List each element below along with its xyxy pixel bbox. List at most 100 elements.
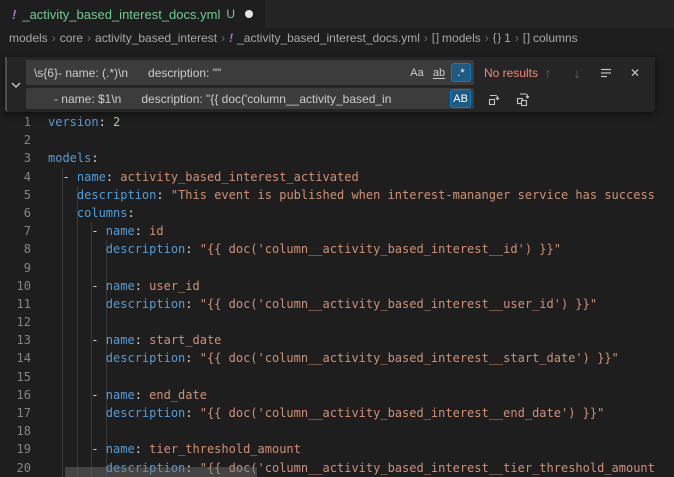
breadcrumb-label: models — [9, 31, 48, 45]
code-line: 16 - name: end_date — [0, 386, 674, 404]
code-line: 9 — [0, 259, 674, 277]
breadcrumb-label: 1 — [504, 31, 511, 45]
line-number: 20 — [0, 459, 31, 477]
code-line: 18 — [0, 422, 674, 440]
replace-all-icon — [515, 91, 531, 107]
breadcrumb-item-1[interactable]: { }1 — [493, 31, 511, 45]
next-match-button[interactable]: ↓ — [567, 63, 587, 83]
code-text: - name: user_id — [48, 279, 200, 293]
breadcrumb-item-core[interactable]: core — [60, 31, 83, 45]
yaml-file-icon: ! — [12, 7, 16, 22]
git-status-badge: U — [226, 7, 235, 21]
code-line: 5 description: "This event is published … — [0, 186, 674, 204]
line-number: 11 — [0, 295, 31, 313]
match-case-toggle[interactable]: Aa — [407, 63, 427, 82]
toggle-replace-button[interactable] — [7, 57, 26, 112]
line-number: 19 — [0, 440, 31, 458]
code-lines: 1version: 223 models: 4 - name: activity_b… — [0, 113, 674, 477]
line-number: 1 — [0, 113, 31, 131]
find-query-text: \s{6}- name: (.*)\n description: "" — [34, 66, 407, 80]
find-input[interactable]: \s{6}- name: (.*)\n description: "" Aa a… — [26, 60, 474, 85]
breadcrumb-separator: › — [221, 31, 225, 45]
code-text: - name: id — [48, 224, 164, 238]
yaml-icon: ! — [229, 31, 233, 45]
close-find-button[interactable]: ✕ — [625, 63, 645, 83]
code-line: 8 description: "{{ doc('column__activity… — [0, 240, 674, 258]
code-line: 3 models: — [0, 149, 674, 167]
breadcrumb-label: columns — [533, 31, 578, 45]
tab-bar: ! _activity_based_interest_docs.yml U — [0, 0, 674, 28]
line-number: 12 — [0, 313, 31, 331]
line-number: 2 — [0, 131, 31, 149]
line-number: 18 — [0, 422, 31, 440]
breadcrumb-separator: › — [52, 31, 56, 45]
breadcrumb-item-_activity_based_interest_docs.yml[interactable]: ! _activity_based_interest_docs.yml — [229, 31, 420, 45]
code-line: 12 — [0, 313, 674, 331]
array-icon: [ ] — [523, 32, 529, 44]
code-text: - name: start_date — [48, 333, 221, 347]
code-text: description: "{{ doc('column__activity_b… — [48, 351, 619, 365]
code-line: 4 - name: activity_based_interest_activa… — [0, 168, 674, 186]
line-number: 17 — [0, 404, 31, 422]
vscode-window: ! _activity_based_interest_docs.yml U mo… — [0, 0, 674, 477]
breadcrumb-separator: › — [87, 31, 91, 45]
breadcrumb-item-activity_based_interest[interactable]: activity_based_interest — [95, 31, 217, 45]
line-number: 4 — [0, 168, 31, 186]
code-text: columns: — [48, 206, 135, 220]
line-number: 14 — [0, 349, 31, 367]
line-number: 10 — [0, 277, 31, 295]
breadcrumb-label: core — [60, 31, 83, 45]
regex-toggle[interactable]: .* — [451, 63, 471, 82]
find-in-selection-button[interactable] — [596, 63, 616, 83]
replace-input[interactable]: - name: $1\n description: "{{ doc('colum… — [26, 88, 474, 109]
find-row: \s{6}- name: (.*)\n description: "" Aa a… — [26, 60, 651, 85]
breadcrumb-label: _activity_based_interest_docs.yml — [237, 31, 420, 45]
code-text: - name: tier_threshold_amount — [48, 442, 301, 456]
replace-all-button[interactable] — [513, 89, 533, 109]
find-replace-widget: \s{6}- name: (.*)\n description: "" Aa a… — [5, 57, 655, 112]
whole-word-toggle[interactable]: ab — [429, 63, 449, 82]
previous-match-button[interactable]: ↑ — [538, 63, 558, 83]
breadcrumb-separator: › — [485, 31, 489, 45]
breadcrumb-item-columns[interactable]: [ ] columns — [523, 31, 578, 45]
breadcrumb: models › core › activity_based_interest ›! _ac… — [0, 28, 674, 47]
code-text: description: "{{ doc('column__activity_b… — [48, 406, 604, 420]
tab-filename: _activity_based_interest_docs.yml — [22, 7, 220, 22]
code-text: description: "{{ doc('column__activity_b… — [48, 297, 597, 311]
line-number: 16 — [0, 386, 31, 404]
code-text: - name: activity_based_interest_activate… — [48, 170, 359, 184]
find-options: Aa ab .* — [407, 63, 471, 82]
replace-icon — [486, 91, 502, 107]
line-number: 8 — [0, 240, 31, 258]
find-in-selection-icon — [599, 66, 613, 80]
replace-options: AB — [450, 89, 471, 108]
code-line: 11 description: "{{ doc('column__activit… — [0, 295, 674, 313]
breadcrumb-separator: › — [515, 31, 519, 45]
chevron-down-icon — [10, 79, 22, 91]
tab-active-file[interactable]: ! _activity_based_interest_docs.yml U — [0, 0, 265, 28]
breadcrumb-item-models[interactable]: models — [9, 31, 48, 45]
code-line: 6 columns: — [0, 204, 674, 222]
breadcrumb-separator: › — [424, 31, 428, 45]
array-icon: [ ] — [432, 32, 438, 44]
code-text: description: "This event is published wh… — [48, 188, 655, 202]
find-actions: ↑ ↓ ✕ — [538, 63, 651, 83]
code-line: 1version: 2 — [0, 113, 674, 131]
replace-value-text: - name: $1\n description: "{{ doc('colum… — [34, 92, 450, 106]
horizontal-scrollbar[interactable] — [65, 467, 257, 477]
line-number: 13 — [0, 331, 31, 349]
line-number: 7 — [0, 222, 31, 240]
code-line: 14 description: "{{ doc('column__activit… — [0, 349, 674, 367]
code-line: 15 — [0, 368, 674, 386]
find-replace-fields: \s{6}- name: (.*)\n description: "" Aa a… — [26, 57, 655, 112]
breadcrumb-item-models[interactable]: [ ]models — [432, 31, 481, 45]
code-line: 7 - name: id — [0, 222, 674, 240]
line-number: 3 — [0, 149, 31, 167]
replace-actions — [484, 89, 533, 109]
replace-button[interactable] — [484, 89, 504, 109]
preserve-case-toggle[interactable]: AB — [450, 89, 471, 108]
modified-dot-icon[interactable] — [245, 10, 253, 18]
code-line: 19 - name: tier_threshold_amount — [0, 440, 674, 458]
code-line: 17 description: "{{ doc('column__activit… — [0, 404, 674, 422]
code-text: models: — [48, 151, 99, 165]
